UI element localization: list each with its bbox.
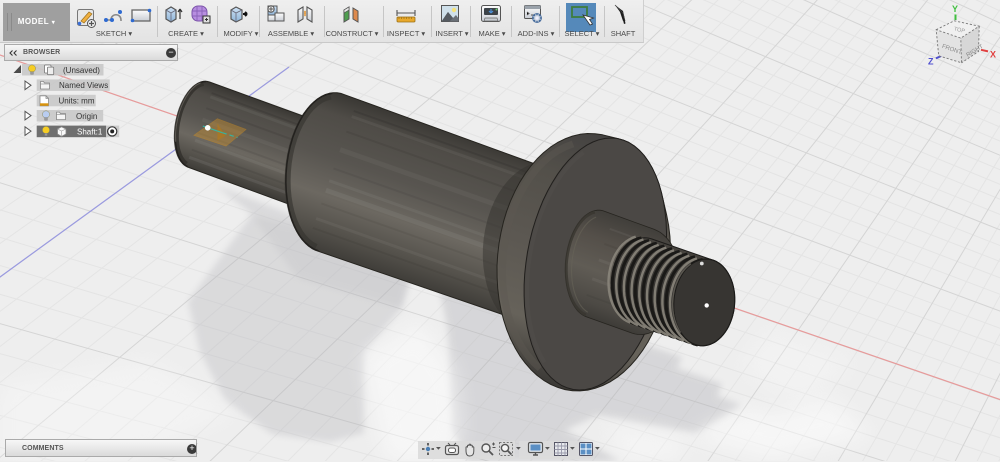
svg-text:Origin: Origin [76,112,97,121]
svg-text:X: X [990,50,996,60]
svg-text:Y: Y [952,4,958,14]
svg-text:Units: mm: Units: mm [59,96,95,105]
svg-text:Z: Z [928,57,934,67]
svg-text:Shaft:1: Shaft:1 [77,128,103,137]
svg-text:Named Views: Named Views [59,81,108,90]
svg-text:(Unsaved): (Unsaved) [63,66,100,75]
